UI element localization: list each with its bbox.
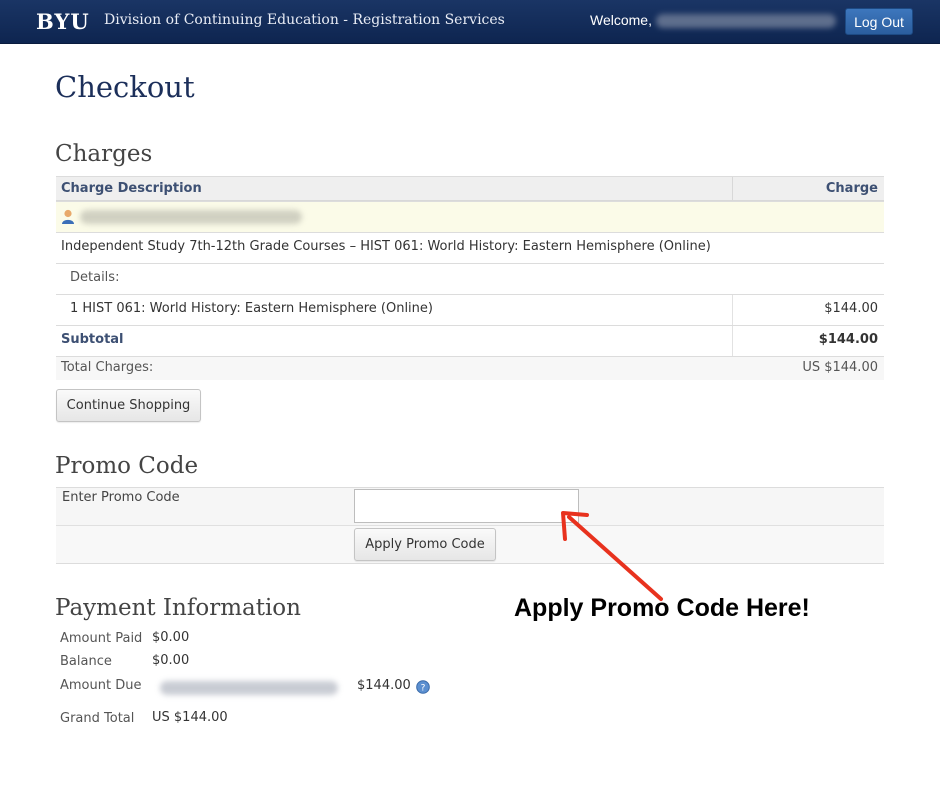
details-row: Details: (56, 263, 884, 294)
balance-label: Balance (60, 654, 112, 669)
annotation-arrow-icon (561, 511, 663, 601)
subtotal-label: Subtotal (61, 332, 124, 347)
help-icon[interactable]: ? (416, 680, 430, 694)
column-divider (732, 295, 733, 326)
grand-total-value: US $144.00 (152, 710, 228, 725)
promo-code-row: Enter Promo Code (56, 487, 884, 526)
total-charges-value: US $144.00 (802, 360, 878, 375)
line-item-description: 1 HIST 061: World History: Eastern Hemis… (70, 301, 433, 316)
svg-text:?: ? (421, 684, 426, 694)
total-charges-label: Total Charges: (61, 360, 154, 375)
student-row (56, 201, 884, 232)
annotation-callout: Apply Promo Code Here! (514, 594, 810, 622)
page-title: Checkout (55, 70, 195, 104)
payment-information-heading: Payment Information (55, 595, 301, 621)
column-header-charge: Charge (825, 181, 878, 196)
promo-code-label: Enter Promo Code (62, 490, 180, 505)
grand-total-label: Grand Total (60, 711, 135, 726)
amount-due-value: $144.00 (357, 678, 411, 693)
column-divider (732, 326, 733, 357)
column-divider (732, 177, 733, 202)
line-item-row: 1 HIST 061: World History: Eastern Hemis… (56, 294, 884, 326)
blurred-student-name (80, 210, 302, 224)
details-label: Details: (70, 270, 120, 285)
byu-logo[interactable]: BYU (36, 9, 90, 34)
amount-paid-label: Amount Paid (60, 631, 143, 646)
promo-code-input[interactable] (354, 489, 579, 523)
top-navigation-bar: BYU Division of Continuing Education - R… (0, 0, 940, 44)
charges-heading: Charges (55, 141, 153, 167)
blurred-student-name (160, 681, 338, 695)
logout-button[interactable]: Log Out (845, 8, 913, 35)
subtotal-value: $144.00 (818, 332, 878, 347)
continue-shopping-button[interactable]: Continue Shopping (56, 389, 201, 422)
subtotal-row: Subtotal $144.00 (56, 325, 884, 357)
charges-table-header: Charge Description Charge (56, 176, 884, 202)
line-item-charge: $144.00 (824, 301, 878, 316)
column-header-description: Charge Description (61, 181, 202, 196)
total-charges-row: Total Charges: US $144.00 (56, 356, 884, 380)
welcome-text: Welcome, (590, 12, 652, 28)
apply-promo-code-button[interactable]: Apply Promo Code (354, 528, 496, 561)
promo-code-heading: Promo Code (55, 453, 199, 479)
blurred-user-name (656, 14, 836, 28)
person-icon (62, 209, 74, 224)
course-description: Independent Study 7th-12th Grade Courses… (61, 239, 711, 254)
amount-paid-value: $0.00 (152, 630, 190, 645)
balance-value: $0.00 (152, 653, 190, 668)
site-title: Division of Continuing Education - Regis… (104, 12, 505, 28)
amount-due-label: Amount Due (60, 678, 142, 693)
course-row: Independent Study 7th-12th Grade Courses… (56, 232, 884, 263)
